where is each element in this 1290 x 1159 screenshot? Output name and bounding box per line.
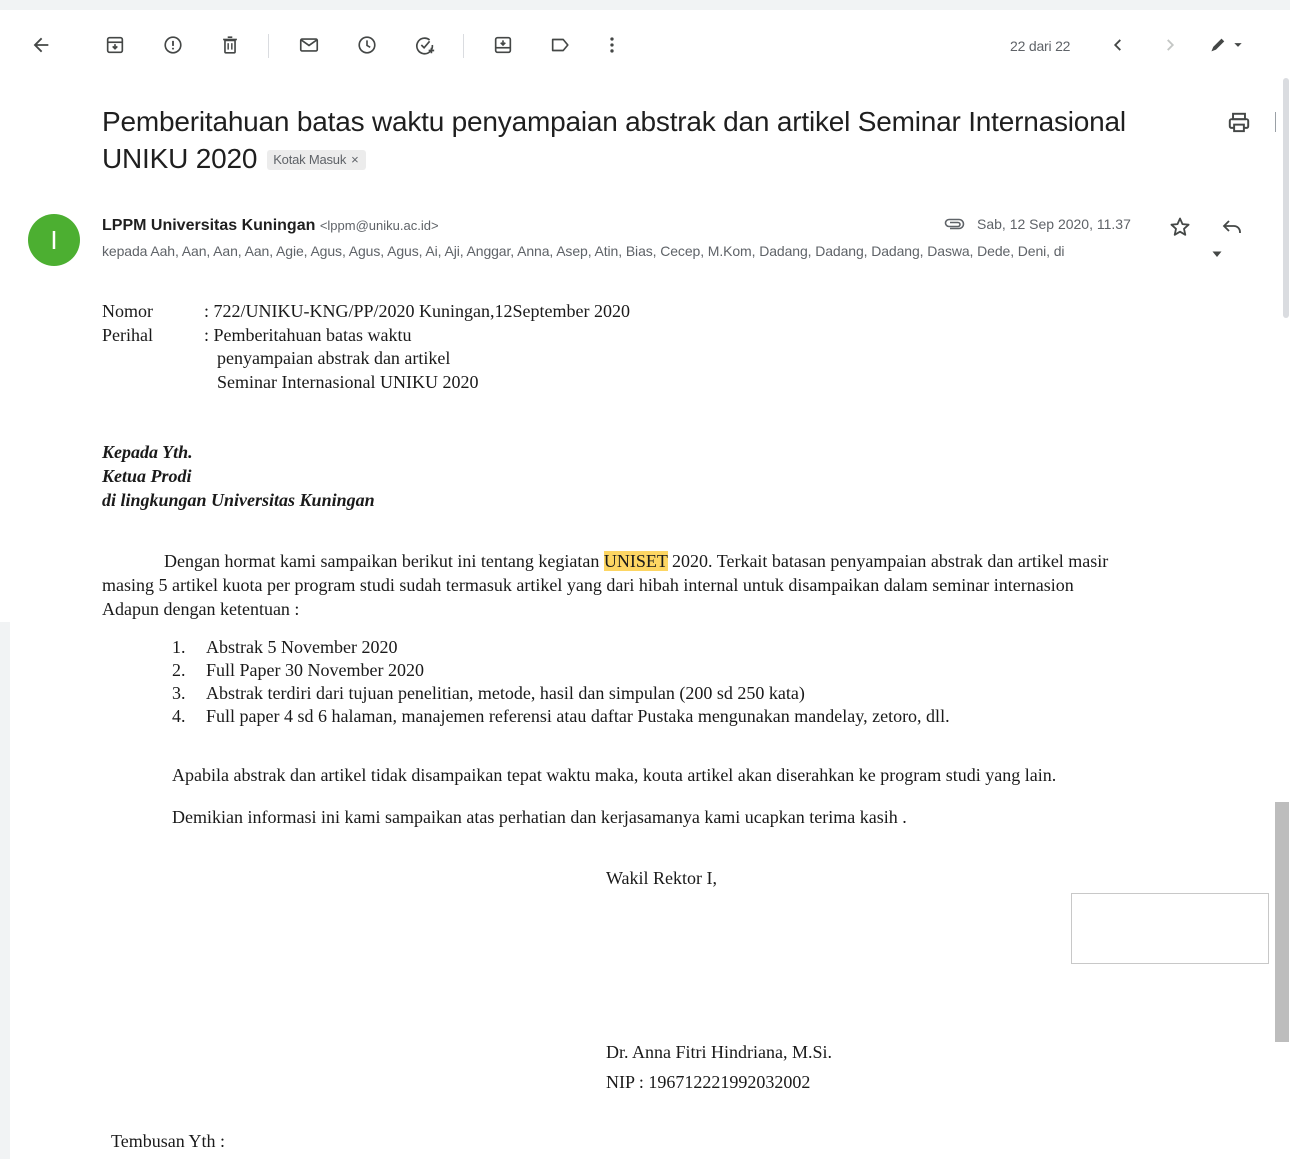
sender-email: <lppm@uniku.ac.id> xyxy=(319,218,439,233)
email-subject: Pemberitahuan batas waktu penyampaian ab… xyxy=(102,103,1212,177)
addressee-line: Ketua Prodi xyxy=(102,466,192,486)
back-arrow-icon[interactable] xyxy=(26,30,56,60)
star-icon[interactable] xyxy=(1168,215,1194,241)
archive-icon[interactable] xyxy=(100,30,130,60)
page-edge xyxy=(0,622,10,1159)
embedded-scrollbar[interactable] xyxy=(1275,802,1289,1042)
mark-unread-icon[interactable] xyxy=(294,30,324,60)
perihal-line: Seminar Internasional UNIKU 2020 xyxy=(217,372,479,392)
closing-text: Demikian informasi ini kami sampaikan at… xyxy=(172,807,907,827)
list-number: 2. xyxy=(172,660,186,680)
search-highlight: UNISET xyxy=(603,551,668,571)
browser-top-strip xyxy=(0,0,1290,10)
list-item: Full Paper 30 November 2020 xyxy=(206,660,424,680)
list-number: 1. xyxy=(172,637,186,657)
print-icon[interactable] xyxy=(1226,110,1252,136)
recipient-details-dropdown-icon[interactable] xyxy=(1210,247,1224,261)
paragraph-line: Dengan hormat kami sampaikan berikut ini… xyxy=(102,549,1278,573)
remove-label-icon[interactable]: × xyxy=(351,152,359,167)
intro-paragraph: Dengan hormat kami sampaikan berikut ini… xyxy=(102,549,1278,621)
more-vert-icon[interactable] xyxy=(597,30,627,60)
add-task-icon[interactable] xyxy=(410,30,440,60)
label-text: Kotak Masuk xyxy=(273,152,347,167)
avatar[interactable]: I xyxy=(28,214,80,266)
list-item: Abstrak terdiri dari tujuan penelitian, … xyxy=(206,683,805,703)
sender-line: LPPM Universitas Kuningan <lppm@uniku.ac… xyxy=(102,217,439,235)
signer-nip: NIP : 196712221992032002 xyxy=(606,1072,811,1092)
list-item: Full paper 4 sd 6 halaman, manajemen ref… xyxy=(206,706,950,726)
scrollbar[interactable] xyxy=(1283,78,1289,318)
chevron-right-icon[interactable] xyxy=(1155,30,1185,60)
attachment-icon xyxy=(944,218,965,230)
toolbar-divider xyxy=(463,34,464,58)
email-date: Sab, 12 Sep 2020, 11.37 xyxy=(977,216,1131,232)
perihal-line: penyampaian abstrak dan artikel xyxy=(217,348,451,368)
list-item: Abstrak 5 November 2020 xyxy=(206,637,398,657)
delete-icon[interactable] xyxy=(215,30,245,60)
snooze-icon[interactable] xyxy=(352,30,382,60)
header-divider xyxy=(1275,112,1276,132)
sender-name[interactable]: LPPM Universitas Kuningan xyxy=(102,217,315,234)
move-to-icon[interactable] xyxy=(488,30,518,60)
toolbar-divider xyxy=(268,34,269,58)
addressee-line: di lingkungan Universitas Kuningan xyxy=(102,490,375,510)
toolbar: 22 dari 22 xyxy=(0,10,1290,82)
label-icon[interactable] xyxy=(545,30,575,60)
pen-icon[interactable] xyxy=(1205,30,1249,60)
report-spam-icon[interactable] xyxy=(158,30,188,60)
paragraph-line: masing 5 artikel kuota per program studi… xyxy=(102,575,1074,595)
paragraph-text: 2020. Terkait batasan penyampaian abstra… xyxy=(667,551,1109,571)
reply-icon[interactable] xyxy=(1220,215,1246,241)
message-counter: 22 dari 22 xyxy=(1010,38,1071,54)
paragraph-text: Dengan hormat kami sampaikan berikut ini… xyxy=(164,551,604,571)
perihal-label: Perihal xyxy=(102,325,153,345)
recipients-list: kepada Aah, Aan, Aan, Aan, Agie, Agus, A… xyxy=(102,243,1065,259)
embedded-image-frame xyxy=(1071,893,1269,964)
nomor-label: Nomor xyxy=(102,301,153,321)
list-number: 3. xyxy=(172,683,186,703)
paragraph-line: Adapun dengan ketentuan : xyxy=(102,599,300,619)
email-meta: Sab, 12 Sep 2020, 11.37 xyxy=(944,216,1131,232)
deadline-note: Apabila abstrak dan artikel tidak disamp… xyxy=(172,765,1057,785)
nomor-value: : 722/UNIKU-KNG/PP/2020 Kuningan,12Septe… xyxy=(204,301,630,321)
subject-text: Pemberitahuan batas waktu penyampaian ab… xyxy=(102,106,1126,174)
cc-label: Tembusan Yth : xyxy=(111,1131,226,1151)
chevron-left-icon[interactable] xyxy=(1103,30,1133,60)
list-number: 4. xyxy=(172,706,186,726)
inbox-label-chip[interactable]: Kotak Masuk × xyxy=(267,150,366,170)
addressee-line: Kepada Yth. xyxy=(102,442,193,462)
signer-name: Dr. Anna Fitri Hindriana, M.Si. xyxy=(606,1042,832,1062)
perihal-value: : Pemberitahuan batas waktu xyxy=(204,325,412,345)
signer-title: Wakil Rektor I, xyxy=(606,868,718,888)
